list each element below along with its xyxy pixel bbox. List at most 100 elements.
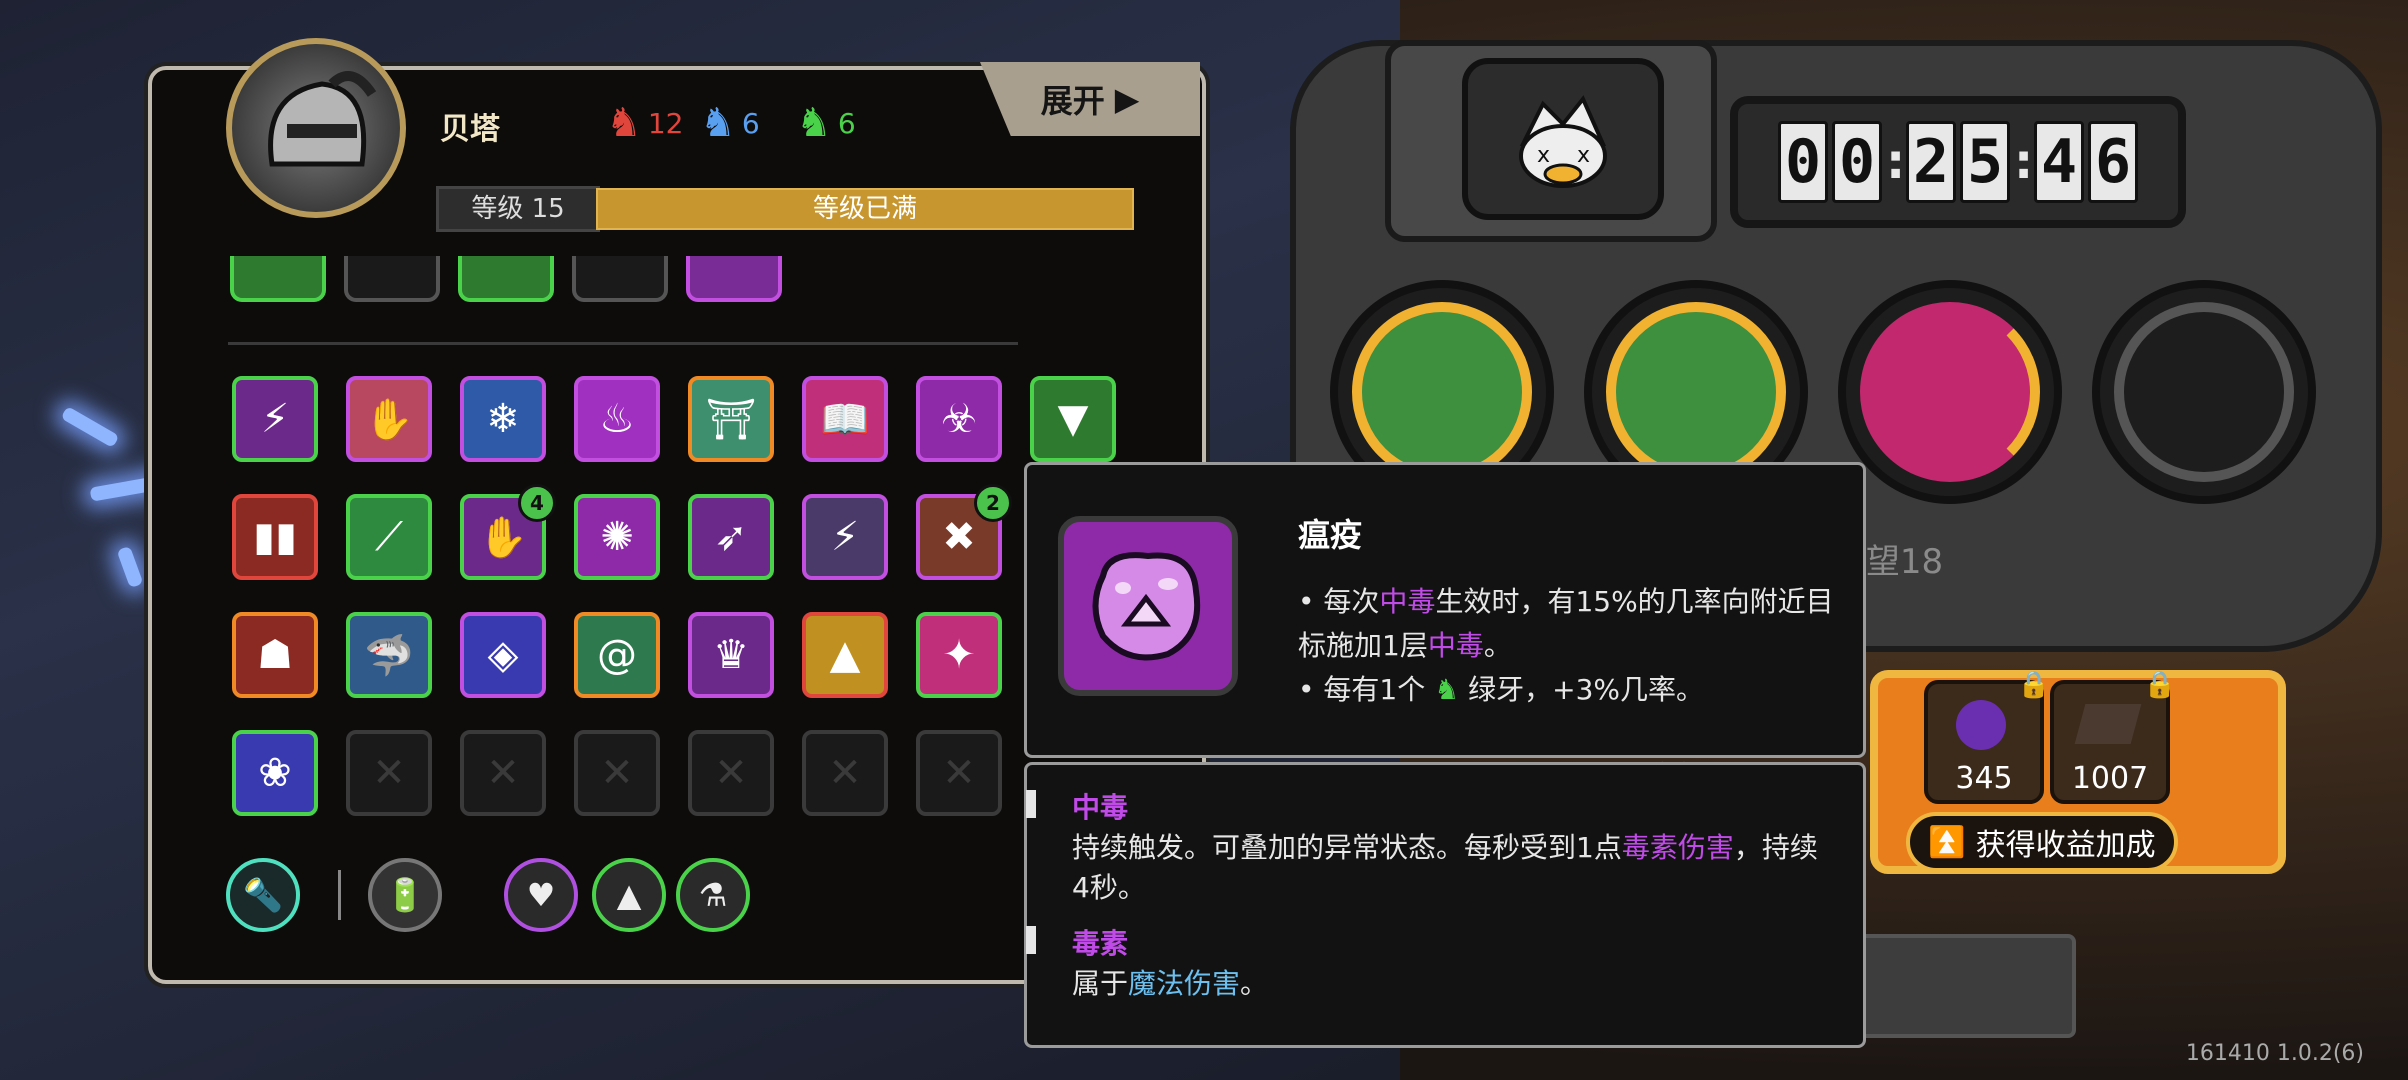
timer-digit: 6	[2088, 121, 2138, 203]
skill-green-slash[interactable]: ⟋	[346, 494, 432, 580]
magic-damage-keyword: 魔法伤害	[1128, 967, 1241, 1000]
level-status: 等级已满	[812, 194, 917, 224]
green-gem-counter: ♞ 6	[796, 100, 856, 146]
svg-text:x: x	[1577, 143, 1590, 168]
bonus-reward-label: 获得收益加成	[1975, 828, 2156, 863]
keyword-marker	[1026, 926, 1036, 954]
skill-fang-tooth[interactable]: ☗	[232, 612, 318, 698]
tooltip-text: 。	[1483, 629, 1512, 662]
double-chevron-up-icon: ⏫	[1928, 824, 1966, 860]
skill-dripping-goo[interactable]: ♨	[574, 376, 660, 462]
skill-claw-slash[interactable]: ⚡	[232, 376, 318, 462]
toxin-damage-keyword: 毒素伤害	[1621, 831, 1734, 864]
duck-boss-icon: x x	[1519, 95, 1607, 188]
keyword-body: 属于魔法伤害。	[1072, 964, 1832, 1004]
tooltip-text: 绿牙，+3%几率。	[1468, 673, 1705, 706]
boss-slot-4[interactable]	[2092, 280, 2316, 504]
boss-portrait: x x	[1462, 58, 1664, 220]
green-gem-count: 6	[837, 106, 856, 140]
skill-vortex[interactable]: @	[574, 612, 660, 698]
tooltip-line-2: • 每有1个 ♞ 绿牙，+3%几率。	[1298, 668, 1838, 712]
skill-lightning[interactable]: ⚡	[802, 494, 888, 580]
reward-slot-orb[interactable]: 🔒 345	[1924, 670, 2050, 804]
keyword-marker	[1026, 790, 1036, 818]
timer-digit: 0	[1832, 121, 1882, 203]
hero-avatar[interactable]	[226, 38, 406, 218]
hero-name: 贝塔	[440, 112, 500, 147]
reward-slot-book[interactable]: 🔒 1007	[2050, 670, 2176, 804]
battery-equip-icon[interactable]: 🔋	[368, 858, 442, 932]
empty-skill-slot: ✕	[688, 730, 774, 816]
keyword-body: 持续触发。可叠加的异常状态。每秒受到1点毒素伤害，持续4秒。	[1072, 828, 1832, 908]
red-gem-count: 12	[647, 106, 684, 140]
skill-golden-gate[interactable]: ⛩	[688, 376, 774, 462]
green-horn-gem-icon: ♞	[796, 100, 832, 146]
skill-spear-strike[interactable]: ➶	[688, 494, 774, 580]
svg-text:x: x	[1537, 143, 1550, 168]
skill-crossed-guns[interactable]: ✖ 2	[916, 484, 1012, 580]
flask-rune-icon[interactable]: ⚗	[676, 858, 750, 932]
lock-icon: 🔒	[2143, 670, 2176, 700]
skill-gold-sigil[interactable]: ✦	[916, 612, 1002, 698]
skill-web[interactable]: ✺	[574, 494, 660, 580]
tooltip-description: • 每次中毒生效时，有15%的几率向附近目标施加1层中毒。 • 每有1个 ♞ 绿…	[1298, 580, 1838, 712]
reward-value: 345	[1955, 761, 2013, 796]
skill-twin-bullets[interactable]: ▮▮	[232, 494, 318, 580]
keyword-text: 。	[1240, 967, 1269, 1000]
skill-slot[interactable]	[686, 256, 782, 302]
flashlight-equip-icon[interactable]: 🔦	[226, 858, 300, 932]
purple-orb-icon	[1956, 700, 2006, 750]
timer-digit: 5	[1960, 121, 2010, 203]
triangle-rune-icon[interactable]: ▲	[592, 858, 666, 932]
skill-rose-ward[interactable]: ❀	[232, 730, 318, 816]
tooltip-title: 瘟疫	[1298, 516, 1363, 554]
version-label: 161410 1.0.2(6)	[2185, 1041, 2364, 1066]
keyword-title: 中毒	[1072, 791, 1129, 824]
level-label: 等级 15	[436, 186, 600, 232]
stack-badge: 4	[518, 484, 556, 522]
blue-gem-counter: ♞ 6	[700, 100, 760, 146]
skill-demon-maw[interactable]: ♛	[688, 612, 774, 698]
heart-rune-icon[interactable]: ♥	[504, 858, 578, 932]
stack-badge: 2	[974, 484, 1012, 522]
keyword-text: 持续触发。可叠加的异常状态。每秒受到1点	[1072, 831, 1622, 864]
level-progress-bar: 等级已满	[596, 188, 1134, 230]
skill-grab-hand[interactable]: ✋	[346, 376, 432, 462]
timer-digit: 4	[2034, 121, 2084, 203]
skill-green-fang[interactable]: ▼	[1030, 376, 1116, 462]
boss-slot-3[interactable]	[1838, 280, 2062, 504]
skill-arcane-capsule[interactable]: ◈	[460, 612, 546, 698]
lock-icon: 🔒	[2017, 670, 2050, 700]
reward-value: 1007	[2071, 761, 2149, 796]
timer-colon: :	[1886, 134, 1906, 190]
poison-keyword: 中毒	[1427, 629, 1484, 662]
green-horn-gem-icon: ♞	[1434, 673, 1460, 706]
poison-keyword: 中毒	[1379, 585, 1436, 618]
plague-skill-icon	[1058, 516, 1238, 696]
skill-slot[interactable]	[458, 256, 554, 302]
skill-golden-spikes[interactable]: ▲	[802, 612, 888, 698]
plague-blob-icon	[1092, 552, 1201, 661]
empty-skill-slot: ✕	[916, 730, 1002, 816]
skill-frost-shard[interactable]: ❄	[460, 376, 546, 462]
expand-button[interactable]: 展开 ▶	[980, 62, 1200, 136]
keyword-text: 属于	[1072, 967, 1129, 1000]
skill-venom-hand[interactable]: ✋ 4	[460, 484, 556, 580]
book-icon	[2074, 704, 2142, 744]
skill-plague[interactable]: ☣	[916, 376, 1002, 462]
skill-slot[interactable]	[344, 256, 440, 302]
play-triangle-icon: ▶	[1114, 80, 1140, 118]
bonus-reward-button[interactable]: ⏫ 获得收益加成	[1906, 812, 2178, 872]
red-gem-counter: ♞ 12	[606, 100, 684, 146]
skill-slot[interactable]	[230, 256, 326, 302]
skill-shark[interactable]: 🦈	[346, 612, 432, 698]
red-horn-gem-icon: ♞	[606, 100, 642, 146]
tooltip-line-1: • 每次中毒生效时，有15%的几率向附近目标施加1层中毒。	[1298, 580, 1838, 668]
timer-colon: :	[2014, 134, 2034, 190]
skill-spell-book[interactable]: 📖	[802, 376, 888, 462]
empty-skill-slot: ✕	[460, 730, 546, 816]
skill-slot[interactable]	[572, 256, 668, 302]
timer-digit: 2	[1906, 121, 1956, 203]
section-divider	[228, 342, 1018, 345]
empty-skill-slot: ✕	[802, 730, 888, 816]
